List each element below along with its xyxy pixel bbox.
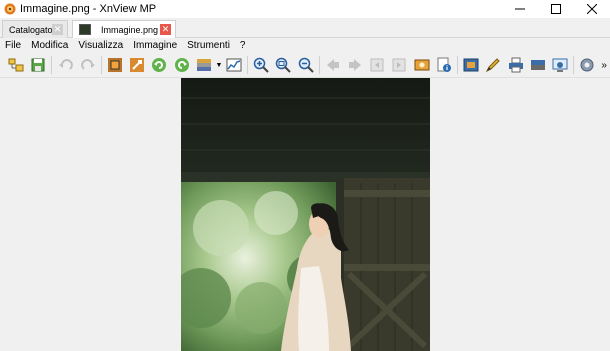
toolbar-separator bbox=[573, 56, 575, 74]
resize-icon bbox=[130, 58, 145, 72]
image-thumbnail-icon bbox=[79, 24, 91, 35]
scanner-icon bbox=[530, 60, 545, 70]
color-adjust-dropdown[interactable]: ▼ bbox=[215, 54, 223, 77]
displayed-photo[interactable] bbox=[181, 78, 430, 351]
settings-button[interactable] bbox=[576, 54, 598, 77]
levels-icon bbox=[226, 58, 242, 72]
menu-bar: File Modifica Visualizza Immagine Strume… bbox=[0, 38, 610, 53]
rotate-right-button[interactable] bbox=[171, 54, 193, 77]
levels-button[interactable] bbox=[223, 54, 245, 77]
tab-strip: Catalogatore ✕ Immagine.png ✕ bbox=[0, 18, 610, 38]
info-button[interactable] bbox=[433, 54, 455, 77]
first-page-button[interactable] bbox=[366, 54, 388, 77]
close-button[interactable] bbox=[574, 0, 610, 18]
menu-help[interactable]: ? bbox=[235, 40, 251, 51]
menu-modifica[interactable]: Modifica bbox=[26, 40, 73, 51]
window-title: Immagine.png - XnView MP bbox=[20, 3, 157, 15]
settings-icon bbox=[580, 58, 594, 72]
undo-button[interactable] bbox=[54, 54, 76, 77]
more-icon[interactable]: » bbox=[598, 54, 610, 77]
save-button[interactable] bbox=[27, 54, 49, 77]
color-adjust-button[interactable] bbox=[193, 54, 215, 77]
image-viewer[interactable] bbox=[0, 78, 610, 351]
tab-label: Immagine.png bbox=[101, 24, 159, 35]
zoom-out-icon bbox=[298, 57, 314, 73]
tab-close-icon[interactable]: ✕ bbox=[52, 24, 63, 35]
zoom-in-button[interactable] bbox=[250, 54, 272, 77]
toolbar-separator bbox=[51, 56, 53, 74]
browser-icon bbox=[8, 58, 24, 72]
toolbar-separator bbox=[247, 56, 248, 74]
tab-close-icon[interactable]: ✕ bbox=[160, 24, 171, 35]
toolbar: ▼ » bbox=[0, 53, 610, 78]
menu-immagine[interactable]: Immagine bbox=[128, 40, 182, 51]
menu-strumenti[interactable]: Strumenti bbox=[182, 40, 235, 51]
last-page-icon bbox=[392, 58, 406, 72]
tab-immagine[interactable]: Immagine.png ✕ bbox=[72, 20, 176, 38]
minimize-button[interactable] bbox=[502, 0, 538, 18]
rotate-left-button[interactable] bbox=[148, 54, 170, 77]
edit-button[interactable] bbox=[482, 54, 504, 77]
close-icon bbox=[587, 4, 597, 14]
zoom-in-icon bbox=[253, 57, 269, 73]
menu-visualizza[interactable]: Visualizza bbox=[73, 40, 128, 51]
previous-button[interactable] bbox=[322, 54, 344, 77]
toolbar-separator bbox=[457, 56, 459, 74]
crop-button[interactable] bbox=[104, 54, 126, 77]
color-adjust-icon bbox=[196, 59, 211, 71]
slideshow-icon bbox=[414, 59, 430, 71]
resize-button[interactable] bbox=[126, 54, 148, 77]
title-bar: Immagine.png - XnView MP bbox=[0, 0, 610, 18]
print-button[interactable] bbox=[505, 54, 527, 77]
slideshow-button[interactable] bbox=[411, 54, 433, 77]
minimize-icon bbox=[515, 8, 525, 10]
zoom-fit-button[interactable] bbox=[272, 54, 294, 77]
zoom-out-button[interactable] bbox=[294, 54, 316, 77]
fullscreen-icon bbox=[463, 58, 479, 72]
tab-catalogatore[interactable]: Catalogatore ✕ bbox=[2, 20, 68, 38]
save-icon bbox=[31, 58, 45, 72]
crop-icon bbox=[107, 58, 122, 72]
print-icon bbox=[508, 57, 523, 73]
edit-icon bbox=[486, 58, 501, 73]
maximize-button[interactable] bbox=[538, 0, 574, 18]
next-button[interactable] bbox=[344, 54, 366, 77]
window-controls bbox=[502, 0, 610, 18]
maximize-icon bbox=[551, 4, 561, 14]
undo-icon bbox=[58, 59, 73, 70]
rotate-right-icon bbox=[174, 58, 189, 72]
rotate-left-icon bbox=[152, 58, 167, 72]
last-page-button[interactable] bbox=[388, 54, 410, 77]
next-icon bbox=[349, 59, 361, 71]
fullscreen-button[interactable] bbox=[460, 54, 482, 77]
toolbar-separator bbox=[318, 56, 320, 74]
toolbar-separator bbox=[100, 56, 102, 74]
info-icon bbox=[437, 57, 451, 72]
zoom-fit-icon bbox=[276, 57, 292, 73]
first-page-icon bbox=[370, 58, 384, 72]
scanner-button[interactable] bbox=[527, 54, 549, 77]
screen-capture-button[interactable] bbox=[549, 54, 571, 77]
screen-capture-icon bbox=[552, 58, 568, 72]
redo-icon bbox=[80, 59, 95, 70]
menu-file[interactable]: File bbox=[0, 40, 26, 51]
xnview-icon bbox=[4, 3, 16, 15]
browser-button[interactable] bbox=[5, 54, 27, 77]
redo-button[interactable] bbox=[77, 54, 99, 77]
previous-icon bbox=[326, 59, 339, 71]
